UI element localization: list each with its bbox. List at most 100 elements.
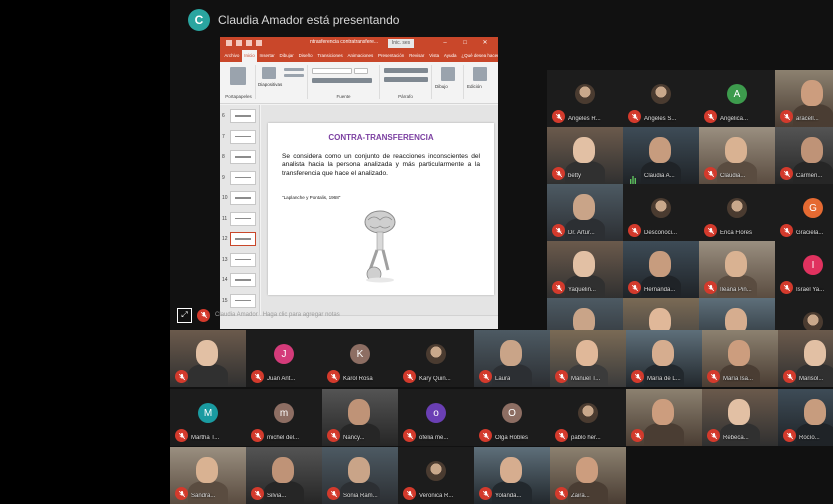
ribbon-tab-presentaci-n[interactable]: Presentación <box>376 50 407 62</box>
sign-in-button[interactable]: Inic. ses <box>388 39 414 48</box>
muted-mic-icon <box>631 370 644 383</box>
participant-tile[interactable]: Desconoci... <box>623 184 699 241</box>
slide-thumbnail[interactable] <box>230 170 256 185</box>
participant-tile[interactable]: Ángeles S... <box>623 70 699 127</box>
ribbon-tab-dise-o[interactable]: Diseño <box>296 50 315 62</box>
ribbon-tab-animaciones[interactable]: Animaciones <box>345 50 376 62</box>
slide-thumbnails-pane[interactable]: 6 7 8 9 10 11 12 13 14 15 <box>220 105 260 315</box>
slide-canvas[interactable]: CONTRA-TRANSFERENCIA Se considera como u… <box>261 105 498 315</box>
participant-name: Ángeles S... <box>644 116 677 122</box>
participant-tile[interactable]: Nancy... <box>322 389 398 446</box>
slide-number: 14 <box>222 277 228 283</box>
participant-tile[interactable]: Carmen... <box>775 127 833 184</box>
muted-mic-icon <box>251 429 264 442</box>
participant-tile[interactable]: M Martha T... <box>170 389 246 446</box>
slide-thumbnail[interactable] <box>230 252 256 267</box>
participant-tile[interactable]: Rocío... <box>778 389 833 446</box>
participant-tile[interactable]: A Angélica... <box>699 70 775 127</box>
slide-thumbnail[interactable] <box>230 109 256 123</box>
muted-mic-icon <box>327 370 340 383</box>
ribbon-tab-insertar[interactable]: Insertar <box>257 50 277 62</box>
exit-fullscreen-icon[interactable]: ⤢ <box>177 307 192 323</box>
close-icon[interactable]: ✕ <box>480 39 490 48</box>
participant-tile[interactable]: Sonia Ram... <box>322 447 398 504</box>
ribbon-tab-dibujar[interactable]: Dibujar <box>277 50 296 62</box>
participant-tile[interactable]: Ángeles R... <box>547 70 623 127</box>
ribbon-tab-inicio[interactable]: Inicio <box>241 50 258 62</box>
participant-tile[interactable]: Dr. Artur... <box>547 184 623 241</box>
participant-tile[interactable]: m michel del... <box>246 389 322 446</box>
participant-tile[interactable]: o ofelia me... <box>398 389 474 446</box>
participant-name: Laura <box>495 376 511 382</box>
participant-name: Graciela... <box>796 230 824 236</box>
participant-tile[interactable]: Marisol... <box>778 330 833 387</box>
slide-thumbnail[interactable] <box>230 129 256 144</box>
person-face <box>573 137 595 163</box>
participant-tile[interactable]: G Graciela... <box>775 184 833 241</box>
font-format-buttons[interactable] <box>312 78 372 83</box>
participant-tile[interactable] <box>170 330 246 387</box>
maximize-icon[interactable]: □ <box>460 39 470 48</box>
layout-icon[interactable] <box>284 68 304 71</box>
participant-tile[interactable]: Manuel T... <box>550 330 626 387</box>
participant-tile[interactable]: Silvia... <box>246 447 322 504</box>
participant-tile[interactable]: Zaira... <box>550 447 626 504</box>
participant-tile[interactable]: Claudia... <box>699 127 775 184</box>
reset-icon[interactable] <box>284 74 304 77</box>
participant-name: Nancy... <box>343 435 365 441</box>
ribbon-tab-vista[interactable]: Vista <box>427 50 442 62</box>
participant-tile[interactable]: María de L... <box>626 330 702 387</box>
participant-tile[interactable]: Yaquelin... <box>547 241 623 298</box>
slides-word: Diapositivas <box>258 82 283 87</box>
font-name-select[interactable] <box>312 68 352 74</box>
ribbon-tab-transiciones[interactable]: Transiciones <box>315 50 345 62</box>
slide-number: 8 <box>222 154 225 160</box>
slide-thumbnail[interactable] <box>230 232 256 246</box>
ribbon-tab-archivo[interactable]: Archivo <box>222 50 242 62</box>
participant-tile[interactable]: Kary Quin... <box>398 330 474 387</box>
share-controls: ⤢ Claudia Amador Haga clic para agregar … <box>177 306 340 324</box>
current-slide[interactable]: CONTRA-TRANSFERENCIA Se considera como u… <box>268 123 494 295</box>
participant-tile[interactable]: Sandra... <box>170 447 246 504</box>
muted-mic-icon <box>707 370 720 383</box>
slide-thumbnail[interactable] <box>230 191 256 205</box>
slide-thumbnail[interactable] <box>230 273 256 287</box>
paste-icon[interactable] <box>230 67 246 85</box>
participant-tile[interactable]: Rebeca... <box>702 389 778 446</box>
participant-tile[interactable]: K Karol Rosa <box>322 330 398 387</box>
ribbon-tab--qu-desea-hacer-[interactable]: ¿Qué desea hacer? <box>459 50 498 62</box>
ribbon-tab-ayuda[interactable]: Ayuda <box>441 50 458 62</box>
participant-tile[interactable]: Hernanda... <box>623 241 699 298</box>
slide-thumbnail[interactable] <box>230 150 256 164</box>
participant-tile[interactable]: O Olga Robles <box>474 389 550 446</box>
shared-screen[interactable]: ntrasferencia contratransfere... Inic. s… <box>220 37 498 329</box>
participant-tile[interactable] <box>626 389 702 446</box>
list-buttons[interactable] <box>384 68 428 73</box>
thumbnail-text-line <box>235 217 251 219</box>
participant-tile[interactable]: María Isa... <box>702 330 778 387</box>
new-slide-icon[interactable] <box>262 67 276 79</box>
muted-mic-icon <box>555 429 568 442</box>
participant-tile[interactable]: betty <box>547 127 623 184</box>
font-size-select[interactable] <box>354 68 368 74</box>
ribbon-tab-revisar[interactable]: Revisar <box>407 50 427 62</box>
minimize-icon[interactable]: – <box>440 39 450 48</box>
participant-tile[interactable]: J Juan Ant... <box>246 330 322 387</box>
participant-tile[interactable]: Veronica R... <box>398 447 474 504</box>
participant-tile[interactable]: Yolanda... <box>474 447 550 504</box>
participant-tile[interactable]: pablo her... <box>550 389 626 446</box>
align-buttons[interactable] <box>384 77 428 82</box>
thumbnail-text-line <box>235 135 251 137</box>
participant-tile[interactable]: Claudia A... <box>623 127 699 184</box>
participant-tile[interactable]: I Israel Ya... <box>775 241 833 298</box>
participant-tile[interactable]: aracell... <box>775 70 833 127</box>
muted-mic-icon <box>552 224 565 237</box>
participant-tile[interactable]: Laura <box>474 330 550 387</box>
participant-tile[interactable]: Erica Flores <box>699 184 775 241</box>
slide-thumbnail[interactable] <box>230 211 256 226</box>
person-face <box>500 340 522 366</box>
find-icon[interactable] <box>473 67 487 81</box>
participant-tile[interactable]: Ileana Pin... <box>699 241 775 298</box>
muted-mic-icon <box>628 110 641 123</box>
shapes-icon[interactable] <box>441 67 455 81</box>
